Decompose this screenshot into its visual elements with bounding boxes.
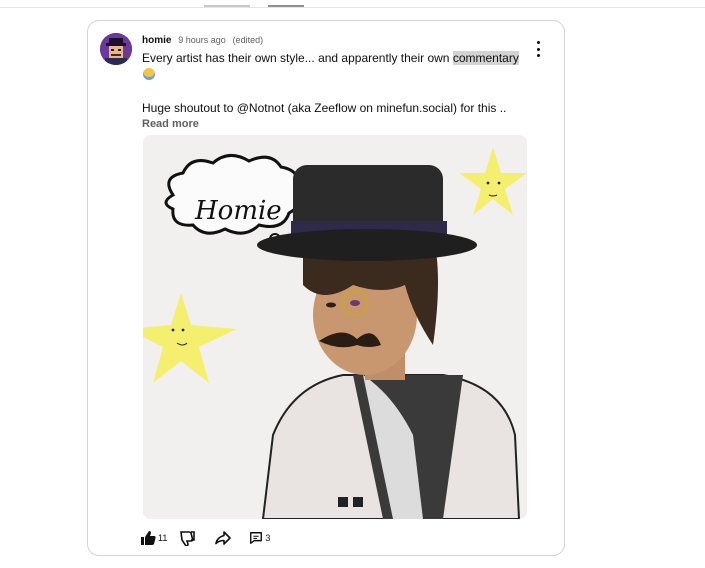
- comment-icon: [250, 532, 263, 544]
- thumbs-up-icon: [141, 531, 156, 545]
- comment-actions: 11 3: [140, 527, 270, 549]
- timestamp[interactable]: 9 hours ago: [178, 35, 226, 45]
- comment-card: homie 9 hours ago (edited) Every artist …: [87, 20, 565, 556]
- like-count: 11: [158, 533, 168, 543]
- comment-image[interactable]: Homie: [143, 135, 527, 519]
- comment-header: homie 9 hours ago (edited): [142, 35, 263, 46]
- author-name[interactable]: homie: [142, 35, 171, 46]
- highlighted-word: commentary: [452, 51, 519, 65]
- crying-emoji-icon: [143, 68, 155, 80]
- thumbs-down-icon: [180, 531, 196, 546]
- avatar[interactable]: [100, 33, 132, 65]
- replies-button[interactable]: 3: [249, 531, 270, 545]
- share-button[interactable]: [215, 530, 232, 546]
- comment-text-line1: Every artist has their own style... and …: [142, 51, 519, 65]
- tab-indicator-active: [268, 5, 304, 7]
- share-icon: [215, 531, 232, 545]
- edited-label: (edited): [232, 35, 264, 45]
- dislike-button[interactable]: [179, 530, 196, 546]
- top-divider: [0, 7, 705, 8]
- like-button[interactable]: 11: [140, 530, 167, 546]
- kebab-menu-icon[interactable]: [530, 41, 546, 57]
- comment-text-line2: Huge shoutout to @Notnot (aka Zeeflow on…: [142, 101, 507, 115]
- read-more-link[interactable]: Read more: [142, 118, 199, 130]
- comment-text: Every artist has their own style... and …: [142, 51, 453, 65]
- reply-count: 3: [265, 533, 271, 543]
- tab-indicator: [204, 5, 250, 7]
- bubble-text: Homie: [194, 196, 282, 226]
